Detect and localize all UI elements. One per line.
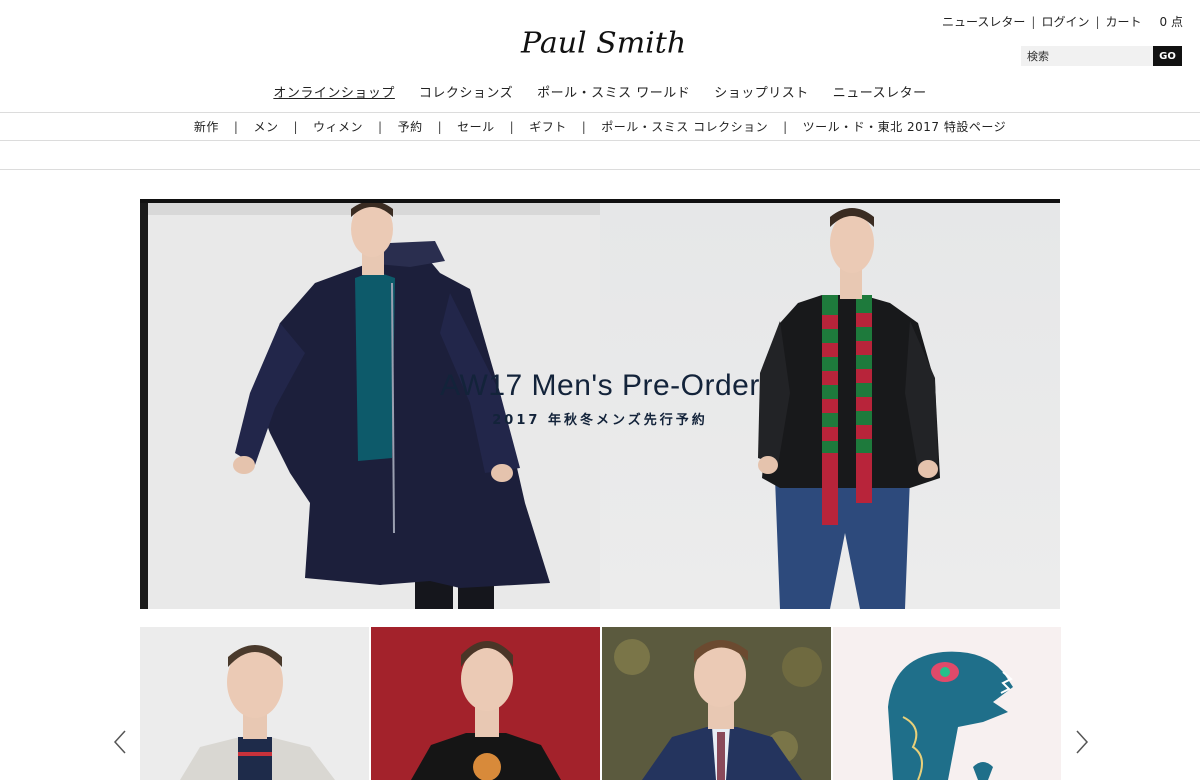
sub-nav-ps-collection[interactable]: ポール・スミス コレクション <box>601 118 768 135</box>
main-nav-newsletter[interactable]: ニュースレター <box>833 82 927 101</box>
site-header: Paul Smith ニュースレター | ログイン | カート 0 点 GO オ… <box>0 0 1200 112</box>
chevron-right-icon <box>1076 730 1089 754</box>
sub-nav-women[interactable]: ウィメン <box>313 118 363 135</box>
newsletter-link[interactable]: ニュースレター <box>942 14 1025 30</box>
sub-nav-tour-de-tohoku[interactable]: ツール・ド・東北 2017 特設ページ <box>803 118 1006 135</box>
model-suit-illustration <box>614 639 822 780</box>
brand-logo[interactable]: Paul Smith <box>521 27 686 60</box>
model-sweatshirt-illustration <box>411 641 561 780</box>
main-nav-shop-list[interactable]: ショップリスト <box>714 82 809 101</box>
chevron-left-icon <box>113 730 126 754</box>
sub-nav-men[interactable]: メン <box>253 118 278 135</box>
sub-nav-new[interactable]: 新作 <box>194 118 219 135</box>
hero-title: AW17 Men's Pre-Order <box>440 369 760 402</box>
search-input[interactable] <box>1021 46 1153 66</box>
carousel-tile-bomber[interactable] <box>140 627 369 780</box>
carousel-prev-button[interactable] <box>112 728 128 756</box>
main-nav-paul-smith-world[interactable]: ポール・スミス ワールド <box>537 82 690 101</box>
sub-nav-separator: | <box>783 119 788 134</box>
divider <box>0 169 1200 170</box>
search-bar: GO <box>1021 46 1182 66</box>
sub-nav-separator: | <box>233 119 239 134</box>
carousel-next-button[interactable] <box>1074 728 1090 756</box>
sub-nav: 新作 | メン | ウィメン | 予約 | セール | ギフト | ポール・スミ… <box>0 113 1200 140</box>
hero-banner[interactable]: AW17 Men's Pre-Order 2017 年秋冬メンズ先行予約 <box>140 199 1060 609</box>
sub-nav-reservation[interactable]: 予約 <box>398 118 423 135</box>
sub-nav-sale[interactable]: セール <box>457 118 495 135</box>
model-coat-illustration <box>233 203 550 609</box>
product-carousel <box>140 627 1061 780</box>
model-bomber-illustration <box>180 645 335 780</box>
cart-count[interactable]: 0 点 <box>1160 14 1183 30</box>
search-go-button[interactable]: GO <box>1153 46 1182 66</box>
utility-separator: | <box>1095 15 1100 29</box>
dinosaur-illustration <box>888 651 1013 780</box>
sub-nav-gift[interactable]: ギフト <box>529 118 567 135</box>
carousel-tile-dinosaur[interactable] <box>833 627 1061 780</box>
carousel-tile-suit[interactable] <box>602 627 831 780</box>
model-jacket-illustration <box>758 208 940 609</box>
sub-nav-separator: | <box>378 119 383 134</box>
hero-image-coat <box>140 203 600 609</box>
cart-link[interactable]: カート <box>1106 14 1142 30</box>
hero-image-jacket <box>600 203 1060 609</box>
login-link[interactable]: ログイン <box>1041 14 1089 30</box>
carousel-tile-sweatshirt[interactable] <box>371 627 600 780</box>
hero-subtitle: 2017 年秋冬メンズ先行予約 <box>492 413 708 428</box>
sub-nav-separator: | <box>581 119 587 134</box>
utility-separator: | <box>1031 15 1036 29</box>
main-nav: オンラインショップ コレクションズ ポール・スミス ワールド ショップリスト ニ… <box>0 82 1200 101</box>
sub-nav-separator: | <box>509 119 515 134</box>
main-nav-collections[interactable]: コレクションズ <box>419 82 513 101</box>
main-nav-online-shop[interactable]: オンラインショップ <box>273 82 395 101</box>
utility-nav: ニュースレター | ログイン | カート 0 点 <box>942 14 1183 30</box>
sub-nav-separator: | <box>437 119 443 134</box>
sub-nav-separator: | <box>293 119 299 134</box>
